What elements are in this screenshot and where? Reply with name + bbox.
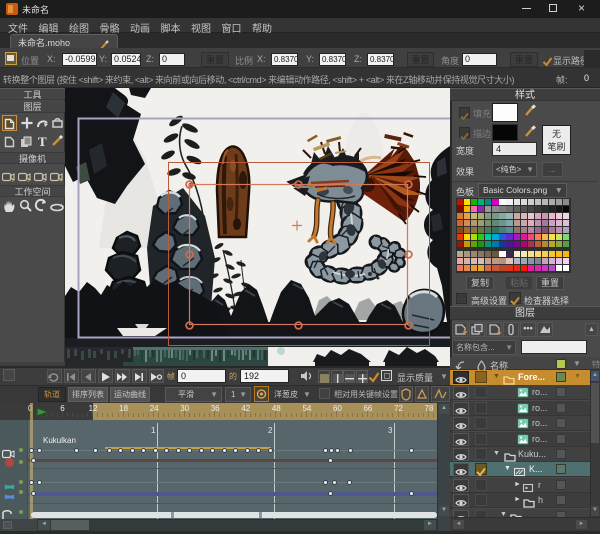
- svg-text:1: 1: [11, 178, 14, 182]
- svg-text:4: 4: [59, 178, 62, 182]
- svg-text:3: 3: [43, 178, 46, 182]
- svg-text:2: 2: [27, 178, 30, 182]
